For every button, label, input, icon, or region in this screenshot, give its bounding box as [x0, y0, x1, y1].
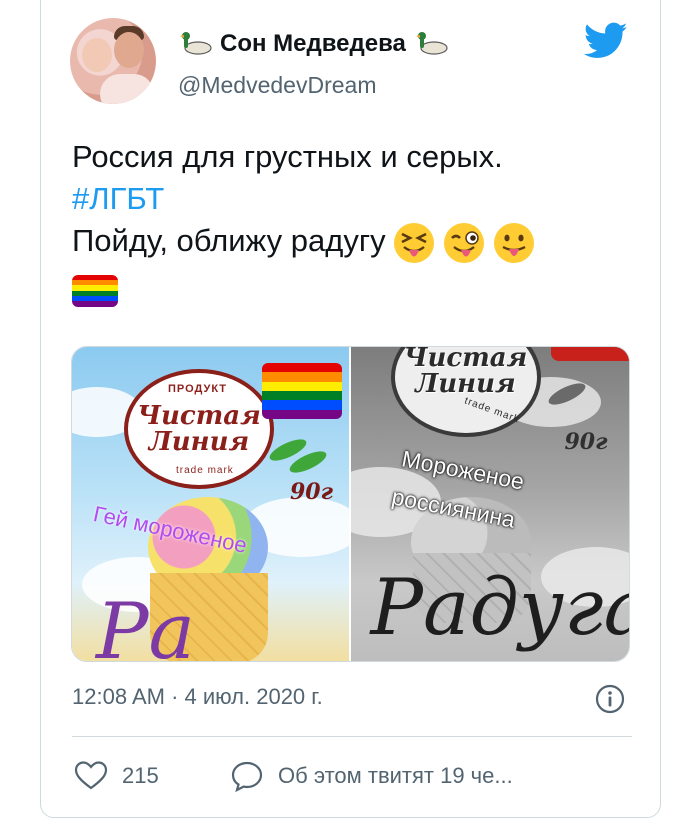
flag-stripe [262, 363, 342, 373]
brand-name-line1: Чистая [137, 401, 261, 431]
brand-name-line2: Линия [148, 427, 250, 457]
avatar-body-shape [100, 74, 154, 104]
replies-button[interactable]: Об этом твитят 19 че... [230, 760, 513, 792]
duck-icon [180, 32, 212, 55]
product-name-script: Радуга [370, 563, 630, 653]
product-name-script: Ра [96, 587, 195, 661]
emoji-row [392, 221, 536, 265]
winking-tongue-emoji-icon [443, 222, 484, 263]
name-row[interactable]: Сон Медведева [178, 30, 448, 58]
hashtag-link[interactable]: #ЛГБТ [72, 178, 632, 220]
weight-label: 90г [564, 429, 608, 455]
twitter-bird-icon[interactable] [584, 22, 628, 60]
like-count: 215 [122, 763, 159, 788]
tweet-timestamp[interactable]: 12:08 AM · 4 июл. 2020 г. [72, 684, 323, 710]
flag-stripe [262, 372, 342, 382]
info-icon[interactable] [594, 683, 626, 715]
flag-stripe [262, 400, 342, 410]
avatar-face-left [82, 38, 112, 72]
tweet-text-line: Пойду, оближу радугу [72, 223, 386, 258]
red-corner-strip [551, 347, 629, 361]
media-grid[interactable]: ПРОДУКТ Чистая Линия trade mark 90г Гей … [71, 346, 630, 662]
user-handle[interactable]: @MedvedevDream [178, 72, 376, 99]
overlay-rainbow-flag [262, 363, 342, 419]
media-image-right[interactable]: Чистая Линия trade mark 90г Мороженое ро… [350, 347, 630, 661]
tweet-text-line: Россия для грустных и серых. [72, 139, 503, 174]
trade-mark-label: trade mark [176, 465, 234, 476]
like-button[interactable]: 215 [74, 760, 159, 792]
replies-label: Об этом твитят 19 че... [278, 763, 513, 788]
heart-icon [74, 761, 108, 790]
weight-label: 90г [290, 479, 333, 505]
flag-stripe [262, 390, 342, 401]
duck-icon [415, 32, 448, 55]
tongue-out-emoji-icon [493, 222, 534, 263]
avatar-face-right [114, 32, 144, 68]
tweet-text: Россия для грустных и серых. #ЛГБТ Пойду… [72, 136, 632, 307]
brand-name-line1: Чистая [403, 347, 528, 373]
rainbow-flag-icon [72, 274, 118, 307]
divider [72, 736, 632, 737]
display-name: Сон Медведева [220, 30, 406, 57]
flag-stripe [72, 301, 118, 307]
tweet-text-line-emojis: Пойду, оближу радугу [72, 220, 632, 265]
media-image-left[interactable]: ПРОДУКТ Чистая Линия trade mark 90г Гей … [72, 347, 351, 661]
squinting-tongue-emoji-icon [393, 222, 434, 263]
brand-name-line2: Линия [415, 369, 516, 399]
flag-stripe [262, 409, 342, 419]
flag-stripe [262, 381, 342, 391]
brand-top-label: ПРОДУКТ [168, 383, 228, 395]
reply-bubble-icon [231, 761, 263, 792]
avatar[interactable] [70, 18, 156, 104]
